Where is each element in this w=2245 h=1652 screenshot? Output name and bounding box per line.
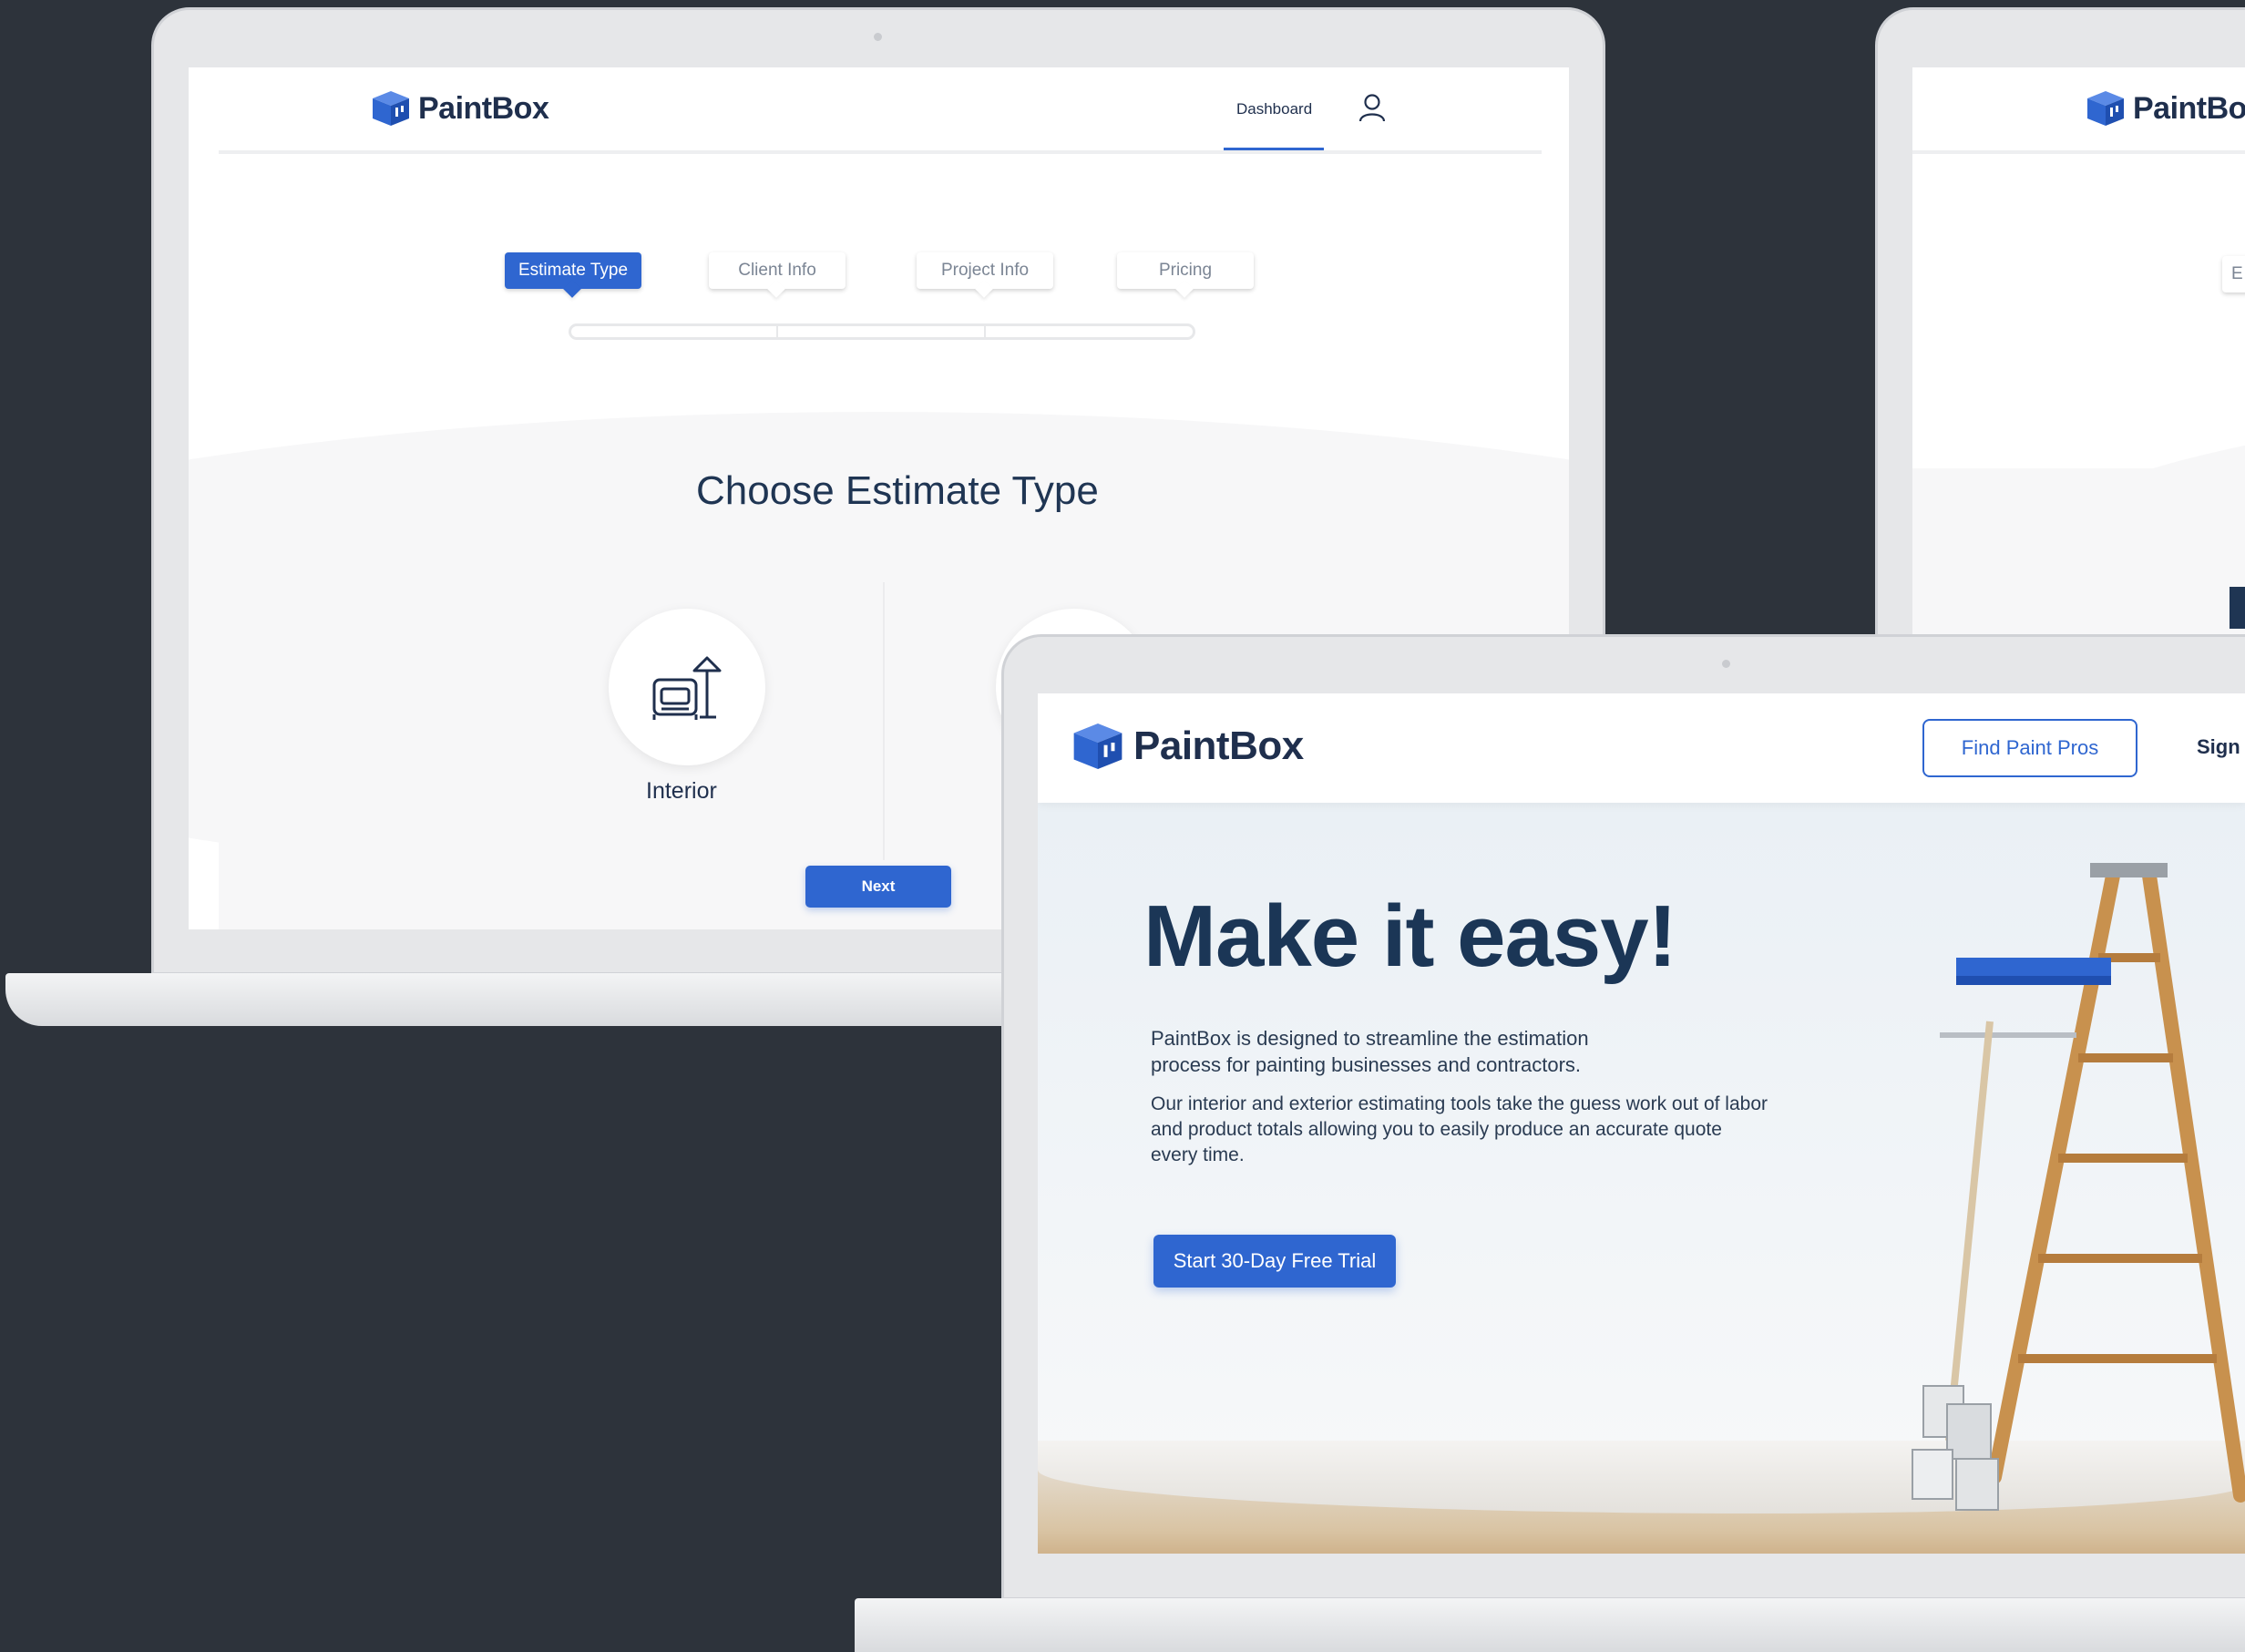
- step-estimate-type[interactable]: Estimate Type: [505, 252, 641, 289]
- user-icon[interactable]: [1357, 92, 1388, 123]
- hero-paragraph-2-line: every time.: [1151, 1144, 1245, 1165]
- step-progress-bar: [569, 323, 1195, 340]
- step-label: Project Info: [940, 261, 1030, 280]
- nav-dashboard[interactable]: Dashboard: [1236, 100, 1312, 118]
- hero-headline: Make it easy!: [1143, 888, 1677, 985]
- section-title: Choose Estimate Type: [696, 468, 1099, 513]
- interior-label: Interior: [646, 778, 717, 804]
- navy-block: [2230, 587, 2245, 629]
- brand-name: PaintBox: [2133, 90, 2245, 126]
- brand-name: PaintBox: [1133, 723, 1304, 768]
- laptop-c-base: [855, 1598, 2245, 1652]
- hero-paragraph-1-line: process for painting businesses and cont…: [1151, 1053, 1582, 1076]
- start-free-trial-button[interactable]: Start 30-Day Free Trial: [1153, 1235, 1396, 1288]
- ladder-illustration: [1912, 863, 2245, 1511]
- paint-box-icon: [2087, 91, 2124, 126]
- brand-name: PaintBox: [418, 90, 549, 126]
- landing-header: PaintBox Find Paint Pros Sign I: [1038, 693, 2245, 803]
- paint-box-icon: [1073, 723, 1122, 770]
- step-label: Client Info: [738, 261, 816, 280]
- option-divider: [883, 582, 885, 860]
- armchair-lamp-icon: [652, 656, 722, 720]
- hero-section: Make it easy! PaintBox is designed to st…: [1038, 803, 2245, 1554]
- next-button[interactable]: Next: [805, 866, 951, 908]
- hero-paragraph-2-line: Our interior and exterior estimating too…: [1151, 1093, 1768, 1114]
- step-pricing[interactable]: Pricing: [1117, 252, 1254, 289]
- brand-logo[interactable]: PaintBox: [371, 89, 549, 128]
- step-stub[interactable]: E: [2222, 256, 2245, 292]
- interior-option[interactable]: [609, 609, 765, 765]
- hero-paragraph-2: Our interior and exterior estimating too…: [1151, 1092, 1843, 1168]
- brand-logo[interactable]: PaintBox: [2086, 89, 2245, 128]
- sign-in-link[interactable]: Sign I: [2197, 735, 2245, 759]
- step-label: Pricing: [1158, 261, 1213, 280]
- landing-screen: PaintBox Find Paint Pros Sign I: [1038, 693, 2245, 1554]
- step-label: E: [2231, 264, 2243, 283]
- laptop-c-camera: [1722, 660, 1730, 668]
- hero-paragraph-2-line: and product totals allowing you to easil…: [1151, 1119, 1722, 1140]
- paint-box-icon: [373, 91, 409, 126]
- step-client-info[interactable]: Client Info: [709, 252, 846, 289]
- header-divider: [219, 150, 1542, 154]
- step-label: Estimate Type: [518, 261, 629, 280]
- header-divider: [1912, 150, 2245, 154]
- hero-paragraph-1: PaintBox is designed to streamline the e…: [1151, 1025, 1807, 1078]
- brand-logo[interactable]: PaintBox: [1071, 721, 1304, 772]
- step-project-info[interactable]: Project Info: [917, 252, 1053, 289]
- hero-paragraph-1-line: PaintBox is designed to streamline the e…: [1151, 1027, 1589, 1050]
- laptop-a-camera: [874, 33, 882, 41]
- find-paint-pros-button[interactable]: Find Paint Pros: [1922, 719, 2137, 777]
